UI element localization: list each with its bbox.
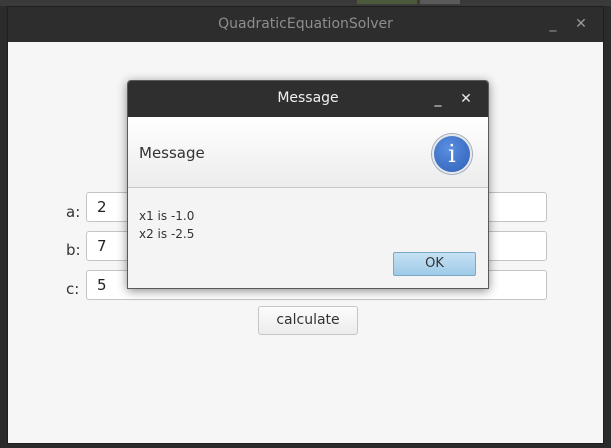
ok-button[interactable]: OK	[393, 252, 476, 276]
field-label-c: c:	[66, 280, 80, 298]
result-line-x1: x1 is -1.0	[139, 209, 195, 223]
result-line-x2: x2 is -2.5	[139, 227, 195, 241]
background-window-edge	[357, 0, 417, 4]
info-icon: i	[432, 134, 472, 174]
field-label-b: b:	[66, 241, 81, 259]
calculate-button[interactable]: calculate	[258, 306, 358, 335]
main-titlebar: QuadraticEquationSolver _ ✕	[8, 7, 603, 42]
field-label-a: a:	[66, 203, 81, 221]
dialog-header-text: Message	[139, 144, 205, 162]
message-dialog: Message _ ✕ Message i x1 is -1.0 x2 is -…	[127, 80, 489, 289]
dialog-titlebar: Message _ ✕	[128, 81, 488, 117]
dialog-header: Message i	[128, 117, 488, 188]
dialog-message-body: x1 is -1.0 x2 is -2.5	[139, 207, 194, 243]
main-window-title: QuadraticEquationSolver	[218, 16, 393, 32]
dialog-minimize-button[interactable]: _	[428, 89, 448, 109]
background-window-edge	[420, 0, 460, 4]
dialog-close-button[interactable]: ✕	[456, 89, 476, 109]
minimize-button[interactable]: _	[543, 14, 563, 34]
close-button[interactable]: ✕	[571, 14, 591, 34]
